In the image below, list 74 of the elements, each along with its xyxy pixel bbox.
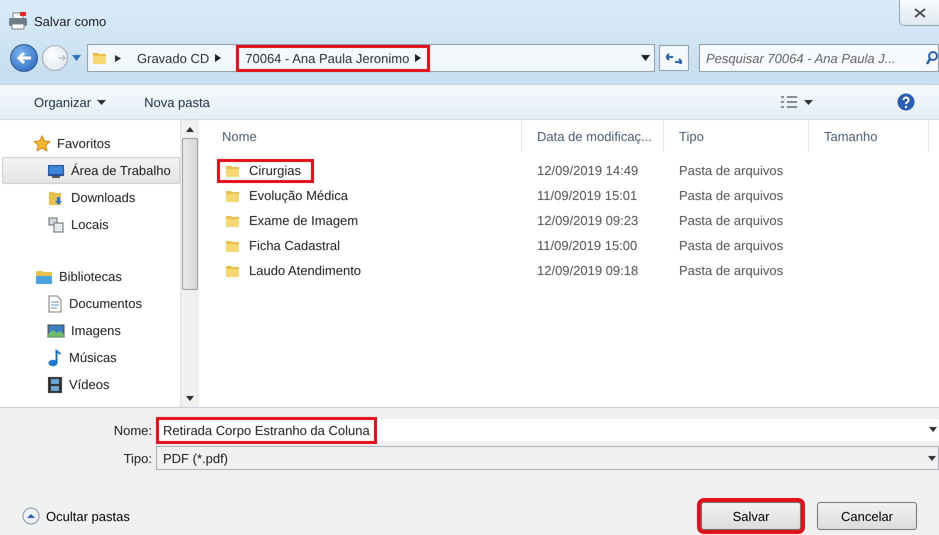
dropdown-icon [928,454,936,462]
sidebar-item[interactable]: Locais [2,211,180,238]
file-name-field[interactable]: Retirada Corpo Estranho da Coluna [156,419,939,441]
hide-folders-button[interactable]: Ocultar pastas [22,507,130,525]
breadcrumb-item[interactable]: 70064 - Ana Paula Jeronimo [236,44,430,72]
sidebar-item[interactable]: Área de Trabalho [2,157,180,184]
search-field[interactable]: Pesquisar 70064 - Ana Paula J... [699,44,939,72]
breadcrumb-item[interactable]: Gravado CD [128,44,230,72]
column-header[interactable]: Data de modificaç... [522,120,664,152]
organize-menu[interactable]: Organizar [32,92,108,112]
new-folder-button[interactable]: Nova pasta [142,92,212,112]
table-cell-text: 12/09/2019 09:23 [536,213,640,228]
dropdown-icon [97,100,106,104]
column-header[interactable]: Tamanho [809,120,929,152]
table-cell-text: 11/09/2019 15:00 [536,238,638,253]
file-name[interactable]: Exame de Imagem [217,208,372,232]
table-cell-text: 11/09/2019 15:01 [536,188,638,203]
star-icon [33,134,51,152]
close-button[interactable] [899,0,939,26]
computer-icon [47,216,65,234]
music-note-icon [47,348,63,366]
refresh-arrows-icon [666,52,682,64]
sidebar-group[interactable]: Favoritos [2,130,180,157]
image-icon [47,322,65,338]
chevron-icon [114,54,122,62]
table-cell-text: Pasta de arquivos [678,238,784,253]
sidebar-item[interactable]: Vídeos [2,371,180,398]
dropdown-icon [929,426,937,433]
document-icon [47,294,63,312]
sidebar-item[interactable]: Imagens [2,317,180,344]
column-header[interactable]: Nome [207,120,522,152]
file-type-select[interactable]: PDF (*.pdf) [156,446,939,470]
help-button[interactable] [895,91,917,113]
dropdown-icon[interactable] [641,55,650,61]
file-name-value: Retirada Corpo Estranho da Coluna [156,416,377,444]
file-name[interactable]: Evolução Médica [217,184,361,208]
scroll-down-icon [186,394,194,402]
table-cell-text: 12/09/2019 09:18 [536,263,640,278]
address-bar[interactable]: Gravado CD 70064 - Ana Paula Jeronimo [87,44,655,72]
sidebar-item[interactable]: Documentos [2,290,180,317]
file-name[interactable]: Cirurgias [217,158,314,182]
sidebar-group[interactable]: Bibliotecas [2,263,180,290]
back-button[interactable] [10,44,38,72]
dropdown-icon [804,100,813,104]
printer-icon [8,12,28,30]
table-cell-text: 12/09/2019 14:49 [536,163,640,178]
table-cell-text: Pasta de arquivos [678,213,784,228]
scrollbar[interactable] [180,120,199,407]
table-cell-text: Pasta de arquivos [678,188,784,203]
file-name[interactable]: Ficha Cadastral [217,234,354,258]
film-icon [47,376,63,394]
monitor-icon [47,162,65,178]
table-cell-text: Pasta de arquivos [678,163,784,178]
forward-arrow-icon [58,52,67,64]
scroll-up-icon [186,126,194,132]
search-icon [926,51,938,65]
back-arrow-icon [16,51,32,65]
table-cell-text: Pasta de arquivos [678,263,784,278]
close-icon [914,8,926,18]
refresh-button[interactable] [659,45,689,71]
window-title: Salvar como [34,14,106,28]
collapse-icon [22,507,40,525]
sidebar-item[interactable]: Músicas [2,344,180,371]
field-label: Nome: [112,422,153,438]
file-name[interactable]: Laudo Atendimento [217,258,374,282]
list-view-icon [780,95,798,109]
folder-icon [92,50,108,66]
column-header[interactable]: Tipo [664,120,809,152]
chevron-icon [415,54,422,62]
chevron-icon [215,54,222,62]
help-icon [897,93,915,111]
sidebar-item[interactable]: Downloads [2,184,180,211]
cancel-button[interactable]: Cancelar [817,502,917,530]
field-label: Tipo: [122,450,153,466]
